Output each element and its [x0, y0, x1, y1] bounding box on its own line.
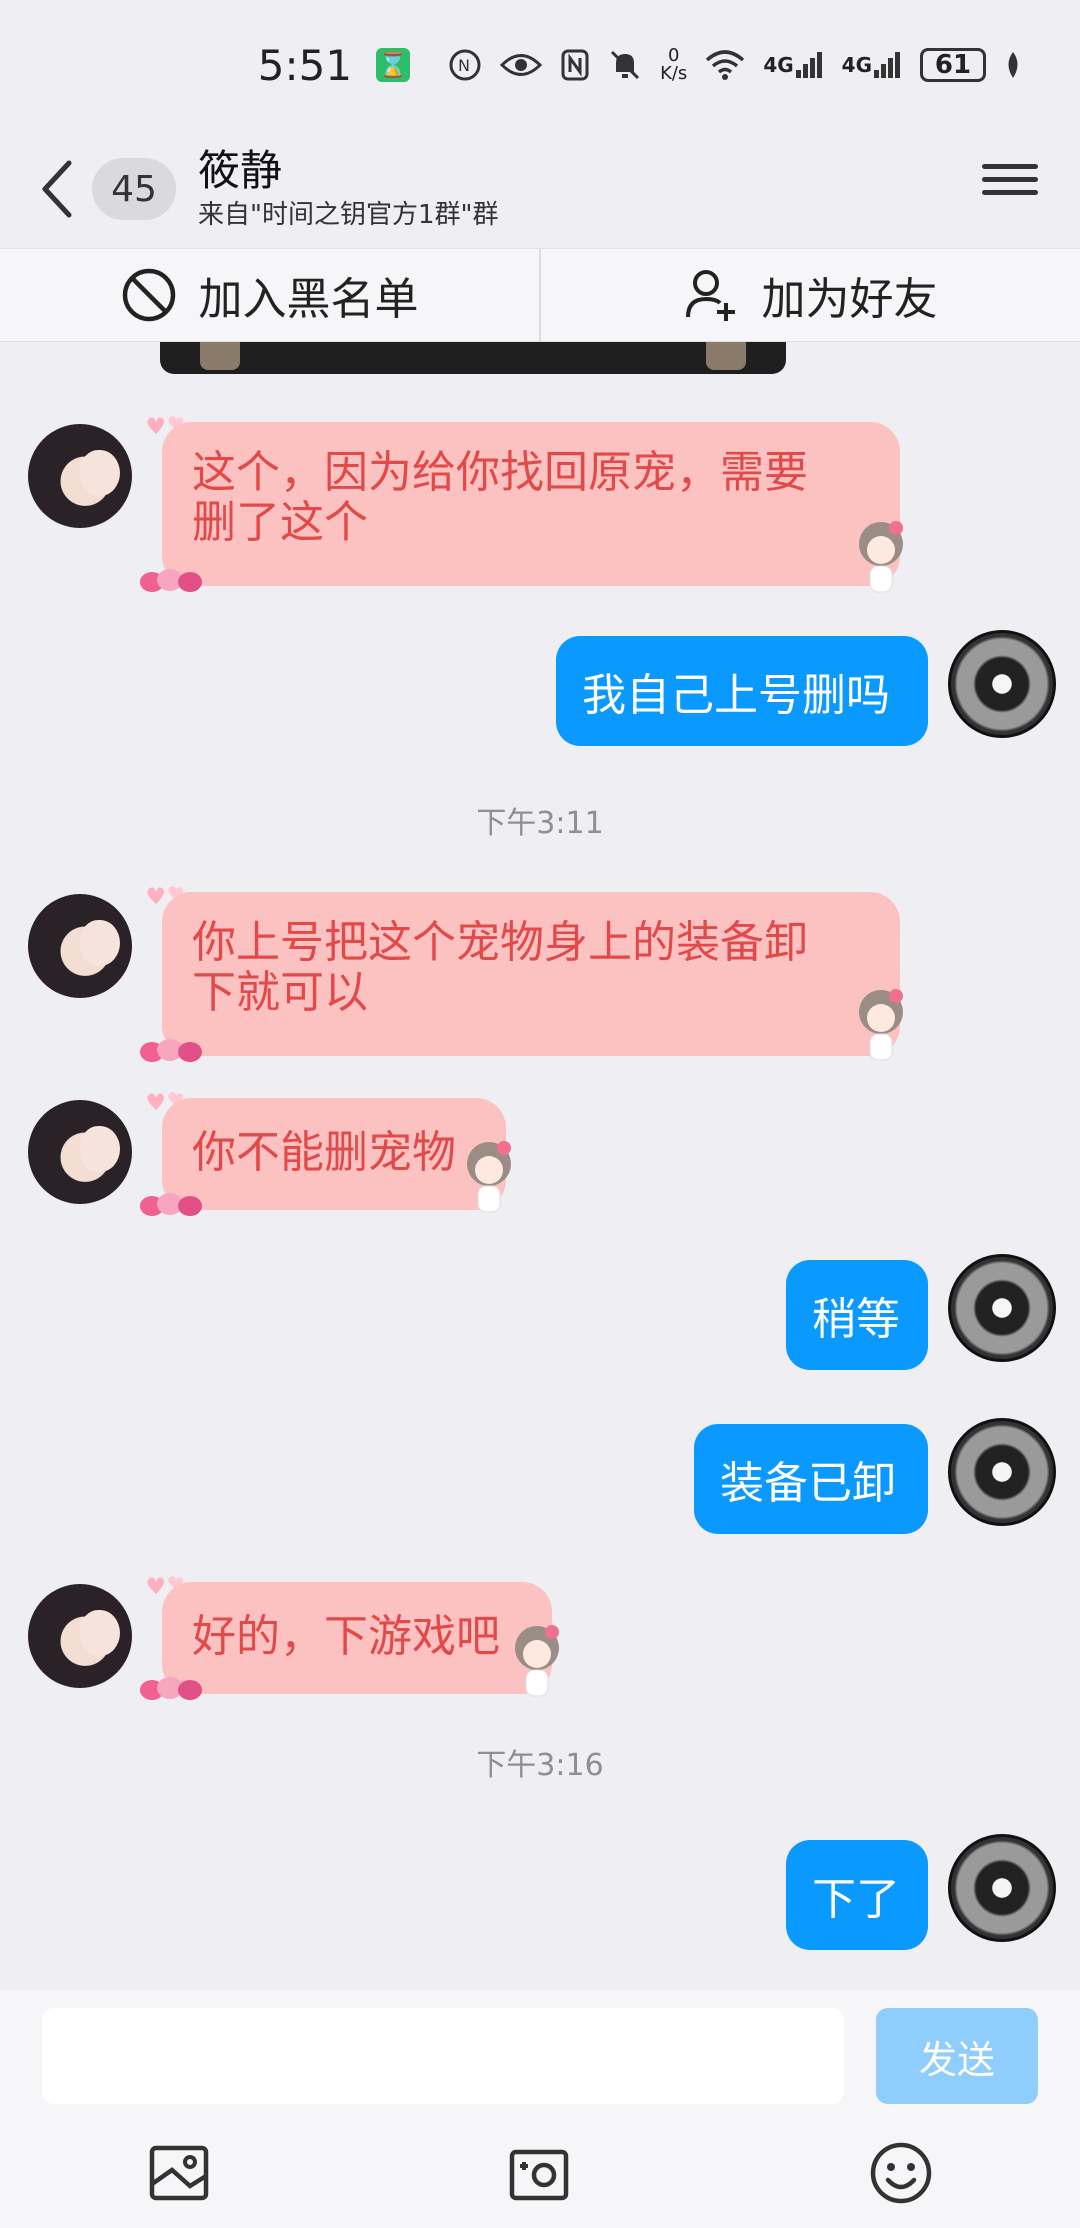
doll-decoration-icon [859, 989, 903, 1061]
message-bubble-incoming[interactable]: 你不能删宠物 [162, 1098, 506, 1210]
svg-text:N: N [458, 56, 470, 75]
menu-icon [982, 164, 1038, 195]
wifi-icon [705, 50, 745, 80]
net-speed: 0 K/s [660, 45, 688, 84]
input-bar: 发送 [0, 1990, 1080, 2228]
message-bubble-outgoing[interactable]: 装备已卸 [694, 1424, 928, 1534]
unread-count-badge[interactable]: 45 [92, 158, 176, 220]
add-friend-label: 加为好友 [761, 274, 938, 325]
avatar[interactable] [28, 1100, 132, 1204]
back-icon [42, 160, 72, 218]
avatar[interactable] [28, 424, 132, 528]
camera-icon[interactable] [506, 2140, 572, 2206]
message-timestamp: 下午3:11 [476, 806, 604, 841]
message-input[interactable] [42, 2008, 844, 2104]
chat-header: 45 筱静 来自"时间之钥官方1群"群 [0, 130, 1080, 248]
status-time: 5:51 [257, 40, 353, 90]
message-timestamp: 下午3:16 [476, 1748, 604, 1783]
block-icon [122, 268, 175, 322]
avatar[interactable] [948, 1254, 1056, 1362]
nfc-icon [560, 48, 590, 82]
doll-decoration-icon [515, 1625, 559, 1697]
message-bubble-incoming[interactable]: 好的，下游戏吧 [162, 1582, 552, 1694]
image-message-partial[interactable] [160, 342, 786, 374]
nfc-icon: N [448, 48, 482, 82]
battery-icon: 61 [920, 48, 986, 82]
message-bubble-incoming[interactable]: 你上号把这个宠物身上的装备卸 下就可以 [162, 892, 900, 1056]
mute-icon [608, 48, 642, 82]
doll-decoration-icon [467, 1141, 511, 1213]
avatar[interactable] [948, 1834, 1056, 1942]
signal-icon: 4G [842, 50, 902, 80]
heart-decoration-icon [140, 569, 202, 592]
avatar[interactable] [948, 630, 1056, 738]
eye-icon [500, 50, 543, 80]
message-bubble-outgoing[interactable]: 下了 [786, 1840, 928, 1950]
image-icon[interactable] [146, 2140, 212, 2206]
menu-button[interactable] [982, 156, 1038, 212]
send-button[interactable]: 发送 [876, 2008, 1038, 2104]
stranger-action-bar: 加入黑名单 加为好友 [0, 248, 1080, 342]
avatar[interactable] [28, 1584, 132, 1688]
back-button[interactable] [22, 139, 92, 239]
avatar[interactable] [28, 894, 132, 998]
blacklist-label: 加入黑名单 [198, 274, 419, 325]
contact-info[interactable]: 筱静 来自"时间之钥官方1群"群 [198, 145, 498, 233]
signal-icon: 4G [763, 50, 823, 80]
doll-decoration-icon [859, 521, 903, 593]
heart-decoration-icon [140, 1677, 202, 1700]
heart-decoration-icon [140, 1193, 202, 1216]
message-bubble-incoming[interactable]: 这个，因为给你找回原宠，需要 删了这个 [162, 422, 900, 586]
avatar[interactable] [948, 1418, 1056, 1526]
add-friend-button[interactable]: 加为好友 [539, 249, 1080, 341]
hourglass-icon: ⌛ [376, 48, 411, 82]
message-bubble-outgoing[interactable]: 稍等 [786, 1260, 928, 1370]
add-to-blacklist-button[interactable]: 加入黑名单 [0, 249, 539, 341]
status-bar: 5:51 ⌛ N 0 K/s 4G 4G 61 [0, 0, 1080, 130]
message-bubble-outgoing[interactable]: 我自己上号删吗 [556, 636, 928, 746]
contact-name: 筱静 [198, 146, 283, 195]
emoji-icon[interactable] [868, 2140, 934, 2206]
contact-source: 来自"时间之钥官方1群"群 [198, 200, 499, 230]
leaf-icon [1004, 50, 1022, 80]
heart-decoration-icon [140, 1039, 202, 1062]
add-user-icon [685, 270, 735, 321]
